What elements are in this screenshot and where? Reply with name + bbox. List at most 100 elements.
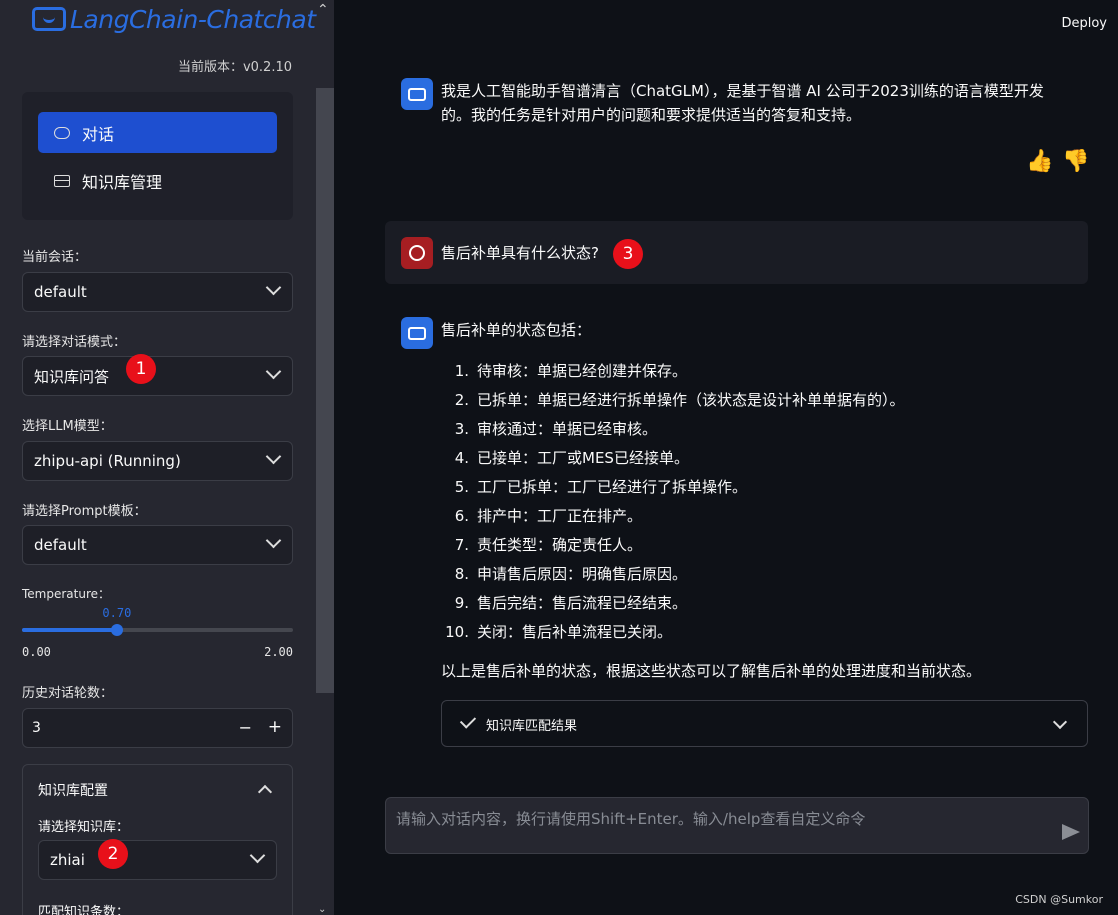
send-icon[interactable] — [1062, 824, 1080, 840]
kb-config-expander: 知识库配置 请选择知识库： zhiai 匹配知识条数： — [22, 764, 293, 915]
sidebar-collapse-icon[interactable]: ⌃ — [317, 2, 329, 18]
list-item-text: 已接单：工厂或MES已经接单。 — [477, 449, 689, 467]
nav-item-label: 对话 — [82, 124, 115, 144]
list-item: 3. 审核通过：单据已经审核。 — [441, 414, 905, 443]
chevron-down-icon — [265, 279, 282, 296]
decrement-button[interactable]: − — [239, 718, 252, 737]
list-item: 1. 待审核：单据已经创建并保存。 — [441, 356, 905, 385]
check-icon — [459, 712, 477, 729]
kb-select[interactable]: zhiai — [38, 840, 277, 880]
history-label: 历史对话轮数： — [22, 686, 114, 701]
list-item-text: 售后完结：售后流程已经结束。 — [477, 594, 688, 612]
annotation-badge-2: 2 — [98, 839, 128, 869]
annotation-badge-1: 1 — [126, 354, 156, 384]
answer-intro: 售后补单的状态包括： — [441, 321, 592, 339]
list-item-number: 7. — [454, 535, 469, 554]
list-item-number: 9. — [454, 593, 469, 612]
chevron-down-icon — [1052, 714, 1068, 730]
thumbs-up-icon[interactable]: 👍 — [1026, 149, 1053, 174]
prompt-label: 请选择Prompt模板： — [22, 504, 147, 519]
session-select[interactable]: default — [22, 272, 293, 312]
assistant-avatar — [401, 78, 433, 110]
version-label: 当前版本：v0.2.10 — [177, 60, 292, 75]
list-item-text: 责任类型：确定责任人。 — [477, 536, 643, 554]
list-item: 10. 关闭：售后补单流程已关闭。 — [441, 617, 905, 646]
list-item: 2. 已拆单：单据已经进行拆单操作（该状态是设计补单单据有的）。 — [441, 385, 905, 414]
list-item-number: 5. — [454, 477, 469, 496]
chevron-down-icon — [265, 532, 282, 549]
temperature-label: Temperature： — [22, 587, 111, 601]
list-item-number: 3. — [454, 419, 469, 438]
kb-result-expander[interactable]: 知识库匹配结果 — [441, 700, 1088, 747]
deploy-button[interactable]: Deploy — [1061, 16, 1107, 31]
kb-select-label: 请选择知识库： — [38, 820, 130, 835]
temperature-max: 2.00 — [264, 645, 293, 659]
temperature-slider[interactable] — [22, 624, 293, 636]
kb-select-value: zhiai — [50, 851, 85, 869]
list-item-number: 6. — [454, 506, 469, 525]
session-select-value: default — [34, 283, 87, 301]
assistant-intro-message: 我是人工智能助手智谱清言（ChatGLM），是基于智谱 AI 公司于2023训练… — [441, 82, 1044, 124]
watermark: CSDN @Sumkor — [1015, 893, 1103, 906]
list-item-number: 10. — [445, 622, 469, 641]
chevron-down-icon — [265, 363, 282, 380]
robot-icon — [408, 326, 426, 340]
list-item-number: 8. — [454, 564, 469, 583]
prompt-select-value: default — [34, 536, 87, 554]
chat-bubble-icon — [54, 126, 70, 139]
scroll-down-icon[interactable]: ⌄ — [318, 904, 326, 915]
logo-text: LangChain-Chatchat — [70, 4, 316, 34]
main-chat-area: Deploy 我是人工智能助手智谱清言（ChatGLM），是基于智谱 AI 公司… — [334, 0, 1118, 915]
list-item-number: 2. — [454, 390, 469, 409]
llm-label: 选择LLM模型： — [22, 419, 113, 434]
llm-select[interactable]: zhipu-api (Running) — [22, 441, 293, 481]
history-input[interactable]: 3 — [32, 720, 41, 736]
list-item-number: 4. — [454, 448, 469, 467]
chevron-down-icon — [249, 847, 266, 864]
nav-item-label: 知识库管理 — [82, 172, 163, 192]
kb-config-title[interactable]: 知识库配置 — [38, 780, 108, 800]
chat-input-box — [385, 797, 1089, 854]
database-icon — [54, 174, 70, 187]
prompt-select[interactable]: default — [22, 525, 293, 565]
chat-input[interactable] — [394, 806, 1038, 832]
nav-item-knowledge-base[interactable]: 知识库管理 — [38, 160, 277, 201]
temperature-min: 0.00 — [22, 645, 51, 659]
temperature-slider-fill — [22, 628, 117, 632]
list-item: 7. 责任类型：确定责任人。 — [441, 530, 905, 559]
nav-menu: 对话 知识库管理 — [22, 92, 293, 220]
logo-chat-icon — [32, 7, 66, 31]
mode-select[interactable]: 知识库问答 — [22, 356, 293, 396]
llm-select-value: zhipu-api (Running) — [34, 452, 181, 470]
history-stepper: 3 − + — [22, 708, 293, 748]
mode-select-value: 知识库问答 — [34, 367, 110, 386]
list-item-text: 待审核：单据已经创建并保存。 — [477, 362, 688, 380]
list-item-text: 已拆单：单据已经进行拆单操作（该状态是设计补单单据有的）。 — [477, 391, 905, 409]
annotation-badge-3: 3 — [613, 239, 643, 269]
chevron-up-icon[interactable] — [257, 784, 273, 800]
user-face-icon — [409, 245, 425, 261]
robot-icon — [408, 87, 426, 101]
list-item-text: 审核通过：单据已经审核。 — [477, 420, 658, 438]
kb-match-label: 匹配知识条数： — [38, 905, 130, 915]
list-item-number: 1. — [454, 361, 469, 380]
list-item: 5. 工厂已拆单：工厂已经进行了拆单操作。 — [441, 472, 905, 501]
user-avatar — [401, 237, 433, 269]
list-item-text: 关闭：售后补单流程已关闭。 — [477, 623, 673, 641]
user-question: 售后补单具有什么状态? — [441, 244, 599, 262]
mode-label: 请选择对话模式： — [22, 335, 127, 350]
temperature-slider-thumb[interactable] — [110, 624, 123, 636]
answer-list: 1. 待审核：单据已经创建并保存。 2. 已拆单：单据已经进行拆单操作（该状态是设计补… — [441, 356, 905, 646]
chevron-down-icon — [265, 448, 282, 465]
app-logo: LangChain-Chatchat — [32, 4, 316, 34]
list-item-text: 申请售后原因：明确售后原因。 — [477, 565, 688, 583]
list-item: 6. 排产中：工厂正在排产。 — [441, 501, 905, 530]
thumbs-down-icon[interactable]: 👎 — [1062, 149, 1089, 174]
kb-result-label: 知识库匹配结果 — [486, 719, 578, 734]
list-item: 9. 售后完结：售后流程已经结束。 — [441, 588, 905, 617]
increment-button[interactable]: + — [268, 717, 282, 737]
sidebar-scrollbar[interactable] — [316, 88, 334, 693]
sidebar: LangChain-Chatchat ⌃ 当前版本：v0.2.10 ⌄ 对话 知… — [0, 0, 334, 915]
current-session-label: 当前会话： — [22, 250, 88, 265]
nav-item-chat[interactable]: 对话 — [38, 112, 277, 153]
